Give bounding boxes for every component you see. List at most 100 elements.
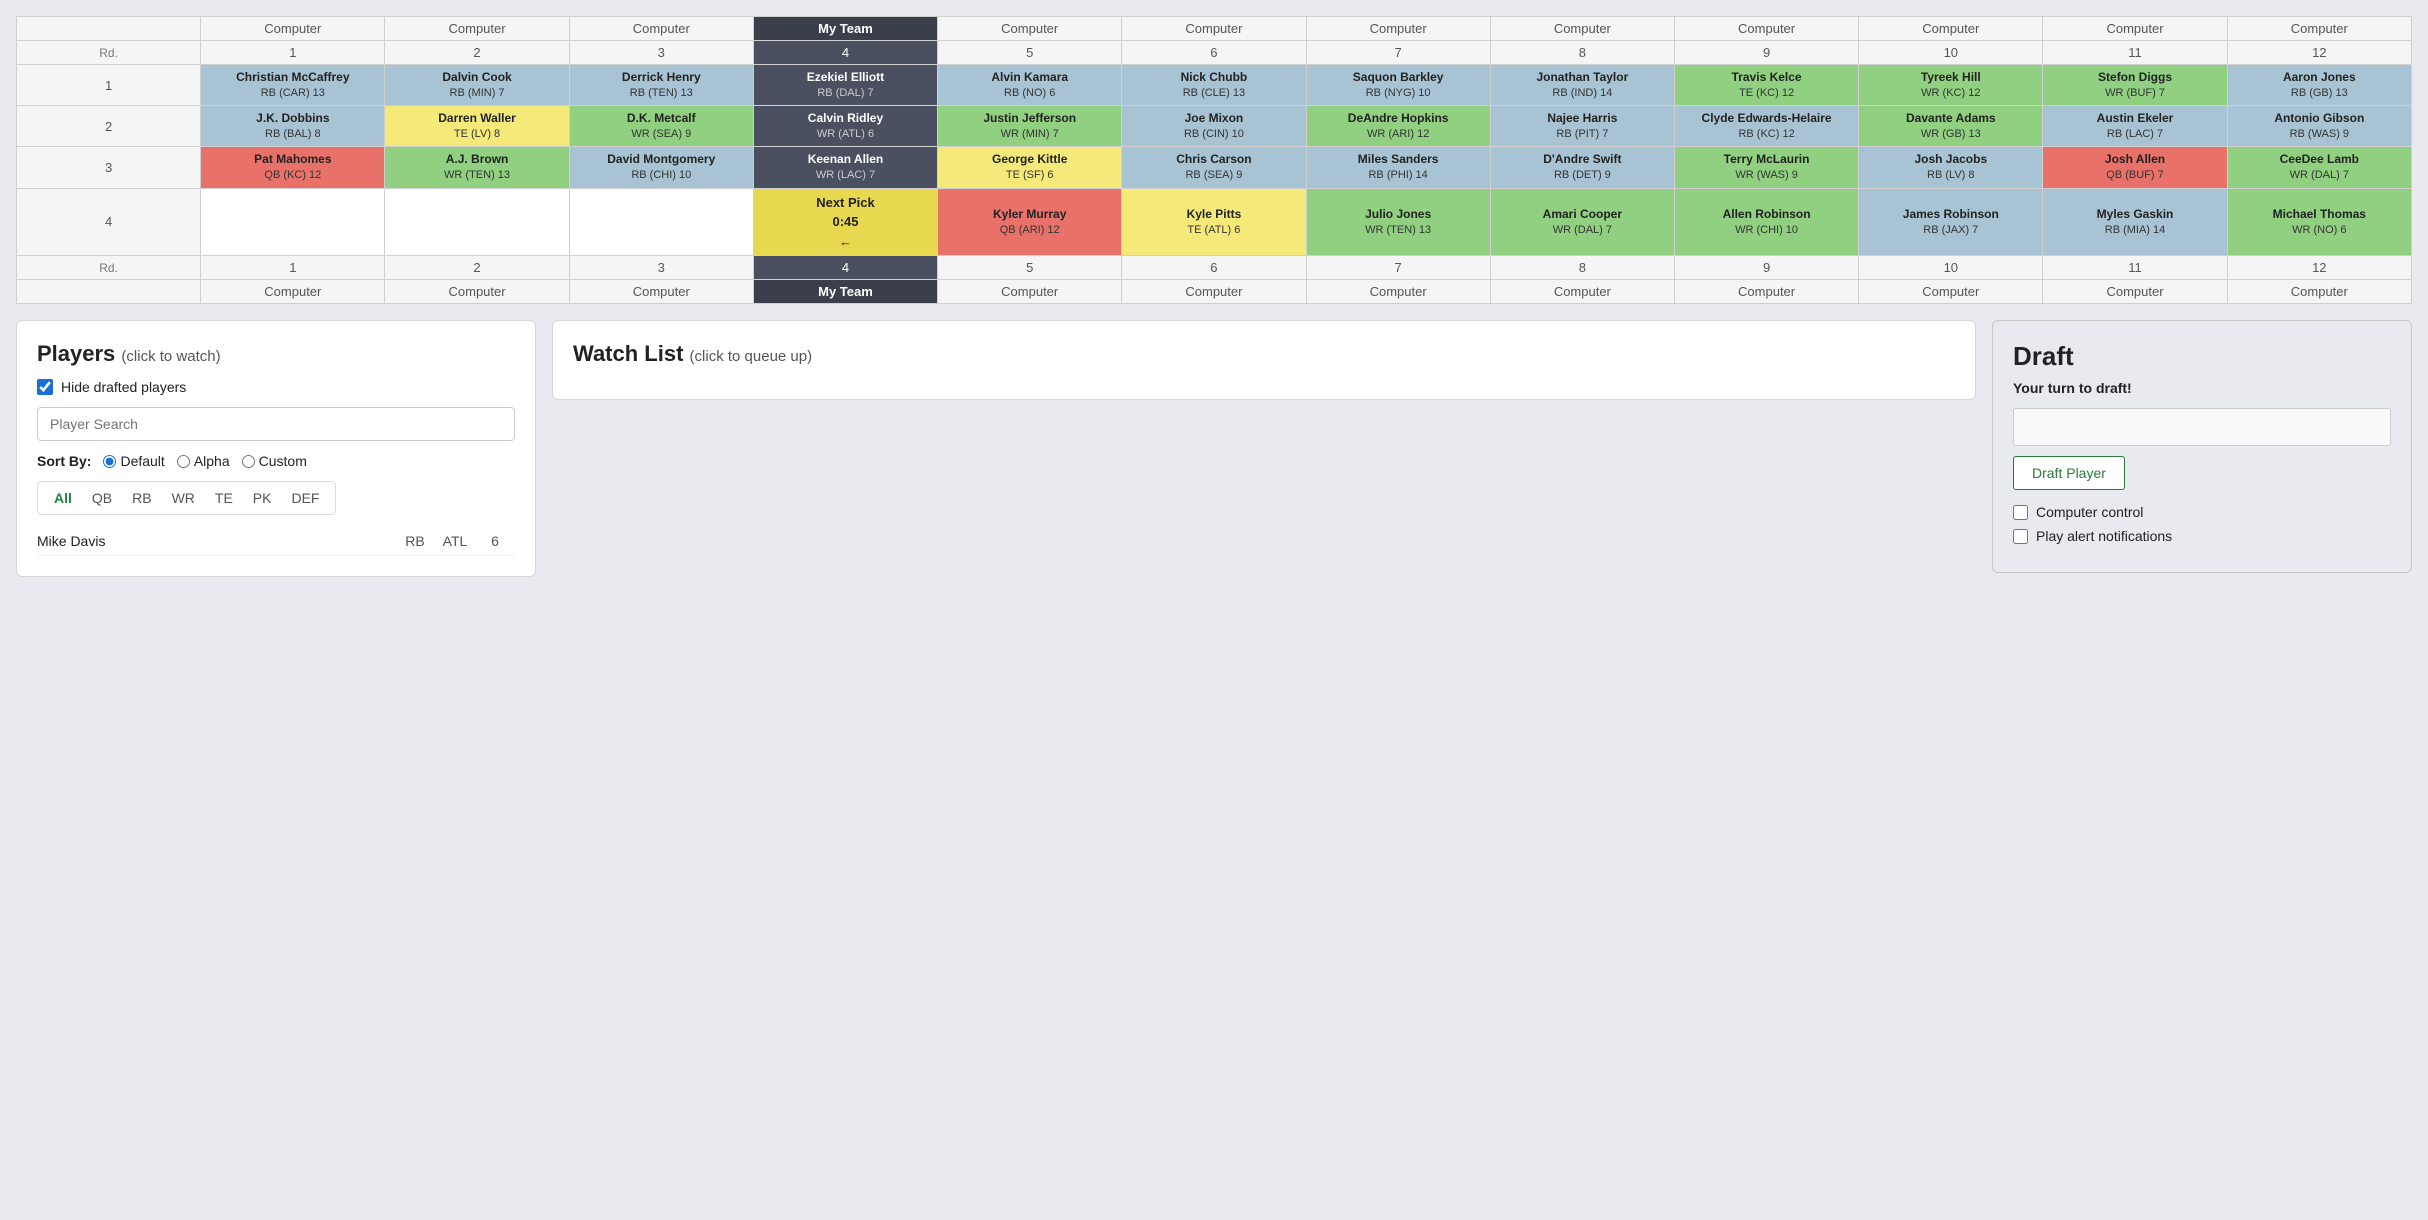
pick-r3-c1[interactable]: Pat MahomesQB (KC) 12 bbox=[201, 147, 385, 188]
pick-r4-c6[interactable]: Kyle PittsTE (ATL) 6 bbox=[1122, 188, 1306, 256]
draft-row-3: 3Pat MahomesQB (KC) 12A.J. BrownWR (TEN)… bbox=[17, 147, 2412, 188]
pick-r1-c5[interactable]: Alvin KamaraRB (NO) 6 bbox=[938, 65, 1122, 106]
pick-r1-c3[interactable]: Derrick HenryRB (TEN) 13 bbox=[569, 65, 753, 106]
pick-r2-c12[interactable]: Antonio GibsonRB (WAS) 9 bbox=[2227, 106, 2411, 147]
pick-r1-c7[interactable]: Saquon BarkleyRB (NYG) 10 bbox=[1306, 65, 1490, 106]
pick-r1-c12[interactable]: Aaron JonesRB (GB) 13 bbox=[2227, 65, 2411, 106]
rd-cell-1: 1 bbox=[17, 65, 201, 106]
pick-r3-c12[interactable]: CeeDee LambWR (DAL) 7 bbox=[2227, 147, 2411, 188]
draft-board-wrapper: Computer Computer Computer My Team Compu… bbox=[0, 0, 2428, 304]
filter-te[interactable]: TE bbox=[209, 488, 239, 508]
col-header-2: Computer bbox=[385, 17, 569, 41]
sort-alpha-radio[interactable] bbox=[177, 455, 190, 468]
pick-r3-c7[interactable]: Miles SandersRB (PHI) 14 bbox=[1306, 147, 1490, 188]
pick-r4-c11[interactable]: Myles GaskinRB (MIA) 14 bbox=[2043, 188, 2227, 256]
pick-r4-c7[interactable]: Julio JonesWR (TEN) 13 bbox=[1306, 188, 1490, 256]
rd-num-6: 6 bbox=[1122, 41, 1306, 65]
pick-r1-c2[interactable]: Dalvin CookRB (MIN) 7 bbox=[385, 65, 569, 106]
player-list-item[interactable]: Mike Davis RB ATL 6 bbox=[37, 527, 515, 556]
pick-r3-c11[interactable]: Josh AllenQB (BUF) 7 bbox=[2043, 147, 2227, 188]
hide-drafted-checkbox[interactable] bbox=[37, 379, 53, 395]
filter-qb[interactable]: QB bbox=[86, 488, 118, 508]
pick-r4-c4[interactable]: Next Pick0:45← bbox=[753, 188, 937, 256]
rd-num-2: 2 bbox=[385, 41, 569, 65]
col-header-3: Computer bbox=[569, 17, 753, 41]
sort-custom-label[interactable]: Custom bbox=[242, 453, 307, 469]
sort-by-row: Sort By: Default Alpha Custom bbox=[37, 453, 515, 469]
hide-drafted-label[interactable]: Hide drafted players bbox=[61, 379, 186, 395]
draft-panel-title: Draft bbox=[2013, 341, 2391, 372]
pick-r3-c4[interactable]: Keenan AllenWR (LAC) 7 bbox=[753, 147, 937, 188]
pick-r2-c2[interactable]: Darren WallerTE (LV) 8 bbox=[385, 106, 569, 147]
pick-r1-c1[interactable]: Christian McCaffreyRB (CAR) 13 bbox=[201, 65, 385, 106]
sort-default-radio[interactable] bbox=[103, 455, 116, 468]
computer-control-label[interactable]: Computer control bbox=[2036, 504, 2143, 520]
filter-rb[interactable]: RB bbox=[126, 488, 157, 508]
pick-r4-c12[interactable]: Michael ThomasWR (NO) 6 bbox=[2227, 188, 2411, 256]
pick-r4-c5[interactable]: Kyler MurrayQB (ARI) 12 bbox=[938, 188, 1122, 256]
play-alert-checkbox[interactable] bbox=[2013, 529, 2028, 544]
player-search-input[interactable] bbox=[37, 407, 515, 441]
computer-control-row: Computer control bbox=[2013, 504, 2391, 520]
pick-r3-c10[interactable]: Josh JacobsRB (LV) 8 bbox=[1859, 147, 2043, 188]
sort-custom-radio[interactable] bbox=[242, 455, 255, 468]
sort-by-label: Sort By: bbox=[37, 453, 91, 469]
pick-r3-c6[interactable]: Chris CarsonRB (SEA) 9 bbox=[1122, 147, 1306, 188]
draft-row-2: 2J.K. DobbinsRB (BAL) 8Darren WallerTE (… bbox=[17, 106, 2412, 147]
pick-r4-c10[interactable]: James RobinsonRB (JAX) 7 bbox=[1859, 188, 2043, 256]
filter-pk[interactable]: PK bbox=[247, 488, 278, 508]
col-header-9: Computer bbox=[1674, 17, 1858, 41]
rd-cell-2: 2 bbox=[17, 106, 201, 147]
col-header-6: Computer bbox=[1122, 17, 1306, 41]
pick-r4-c8[interactable]: Amari CooperWR (DAL) 7 bbox=[1490, 188, 1674, 256]
filter-def[interactable]: DEF bbox=[285, 488, 325, 508]
watchlist-panel: Watch List (click to queue up) bbox=[552, 320, 1976, 400]
draft-panel: Draft Your turn to draft! Draft Player C… bbox=[1992, 320, 2412, 573]
pick-r2-c6[interactable]: Joe MixonRB (CIN) 10 bbox=[1122, 106, 1306, 147]
play-alert-label[interactable]: Play alert notifications bbox=[2036, 528, 2172, 544]
sort-alpha-label[interactable]: Alpha bbox=[177, 453, 230, 469]
pick-r1-c4[interactable]: Ezekiel ElliottRB (DAL) 7 bbox=[753, 65, 937, 106]
col-header-11: Computer bbox=[2043, 17, 2227, 41]
pick-r3-c9[interactable]: Terry McLaurinWR (WAS) 9 bbox=[1674, 147, 1858, 188]
pick-r4-c9[interactable]: Allen RobinsonWR (CHI) 10 bbox=[1674, 188, 1858, 256]
col-header-5: Computer bbox=[938, 17, 1122, 41]
pick-r1-c6[interactable]: Nick ChubbRB (CLE) 13 bbox=[1122, 65, 1306, 106]
pick-r2-c4[interactable]: Calvin RidleyWR (ATL) 6 bbox=[753, 106, 937, 147]
draft-player-input[interactable] bbox=[2013, 408, 2391, 446]
rd-num-1: 1 bbox=[201, 41, 385, 65]
pick-r1-c11[interactable]: Stefon DiggsWR (BUF) 7 bbox=[2043, 65, 2227, 106]
rd-label-bottom: Rd. bbox=[17, 256, 201, 280]
filter-all[interactable]: All bbox=[48, 488, 78, 508]
pick-r2-c1[interactable]: J.K. DobbinsRB (BAL) 8 bbox=[201, 106, 385, 147]
pick-r3-c2[interactable]: A.J. BrownWR (TEN) 13 bbox=[385, 147, 569, 188]
pick-r1-c10[interactable]: Tyreek HillWR (KC) 12 bbox=[1859, 65, 2043, 106]
pick-r2-c10[interactable]: Davante AdamsWR (GB) 13 bbox=[1859, 106, 2043, 147]
pick-r4-c1 bbox=[201, 188, 385, 256]
rd-num-9: 9 bbox=[1674, 41, 1858, 65]
pick-r4-c2 bbox=[385, 188, 569, 256]
play-alert-row: Play alert notifications bbox=[2013, 528, 2391, 544]
your-turn-label: Your turn to draft! bbox=[2013, 380, 2391, 396]
player-name: Mike Davis bbox=[37, 533, 395, 549]
pick-r2-c3[interactable]: D.K. MetcalfWR (SEA) 9 bbox=[569, 106, 753, 147]
pick-r1-c9[interactable]: Travis KelceTE (KC) 12 bbox=[1674, 65, 1858, 106]
pick-r2-c9[interactable]: Clyde Edwards-HelaireRB (KC) 12 bbox=[1674, 106, 1858, 147]
player-pos: RB bbox=[395, 533, 435, 549]
pick-r2-c8[interactable]: Najee HarrisRB (PIT) 7 bbox=[1490, 106, 1674, 147]
pick-r3-c3[interactable]: David MontgomeryRB (CHI) 10 bbox=[569, 147, 753, 188]
draft-board: Computer Computer Computer My Team Compu… bbox=[16, 16, 2412, 304]
pick-r1-c8[interactable]: Jonathan TaylorRB (IND) 14 bbox=[1490, 65, 1674, 106]
col-header-8: Computer bbox=[1490, 17, 1674, 41]
pick-r2-c11[interactable]: Austin EkelerRB (LAC) 7 bbox=[2043, 106, 2227, 147]
pick-r2-c7[interactable]: DeAndre HopkinsWR (ARI) 12 bbox=[1306, 106, 1490, 147]
sort-default-label[interactable]: Default bbox=[103, 453, 164, 469]
player-team: ATL bbox=[435, 533, 475, 549]
rd-num-5: 5 bbox=[938, 41, 1122, 65]
filter-wr[interactable]: WR bbox=[166, 488, 201, 508]
pick-r3-c5[interactable]: George KittleTE (SF) 6 bbox=[938, 147, 1122, 188]
draft-player-button[interactable]: Draft Player bbox=[2013, 456, 2125, 490]
computer-control-checkbox[interactable] bbox=[2013, 505, 2028, 520]
pick-r3-c8[interactable]: D'Andre SwiftRB (DET) 9 bbox=[1490, 147, 1674, 188]
pick-r2-c5[interactable]: Justin JeffersonWR (MIN) 7 bbox=[938, 106, 1122, 147]
